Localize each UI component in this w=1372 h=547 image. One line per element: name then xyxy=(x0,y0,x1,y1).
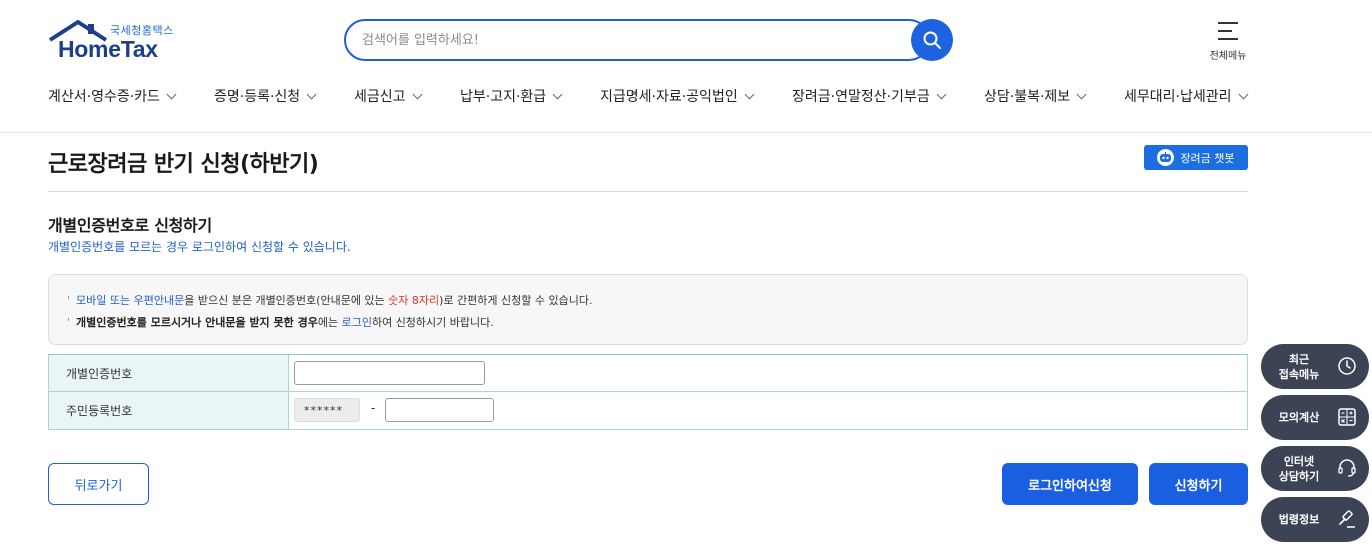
title-divider xyxy=(48,191,1248,192)
quick-law-info[interactable]: 법령정보 xyxy=(1261,497,1369,542)
notice-highlight-red: 숫자 8자리 xyxy=(388,294,440,307)
nav-item-label: 세무대리·납세관리 xyxy=(1124,89,1232,105)
nav-item-label: 상담·불복·제보 xyxy=(984,89,1071,105)
notice-highlight-blue: 모바일 또는 우편안내문 xyxy=(76,294,185,307)
calculator-icon xyxy=(1338,408,1356,426)
all-menu-button[interactable]: 전체메뉴 xyxy=(1206,20,1250,62)
quick-recent-menu[interactable]: 최근 접속메뉴 xyxy=(1261,344,1369,389)
quick-consult-line1: 인터넷 xyxy=(1283,455,1315,468)
search-input[interactable] xyxy=(362,29,902,51)
section-title: 개별인증번호로 신청하기 xyxy=(48,216,212,235)
table-row: 주민등록번호 ****** - xyxy=(49,392,1247,429)
chevron-down-icon xyxy=(166,89,177,99)
rrn-label: 주민등록번호 xyxy=(49,392,289,429)
notice-line-2: ' 개별인증번호를 모르시거나 안내문을 받지 못한 경우에는 로그인하여 신청하… xyxy=(67,314,494,330)
rrn-cell: ****** - xyxy=(289,392,1247,429)
cert-number-cell xyxy=(289,355,1247,391)
nav-item-payment[interactable]: 납부·고지·환급 xyxy=(460,86,563,106)
quick-law-label: 법령정보 xyxy=(1278,513,1320,526)
bullet-icon: ' xyxy=(67,294,71,307)
application-form-table: 개별인증번호 주민등록번호 ****** - xyxy=(48,354,1248,430)
search-button[interactable] xyxy=(911,19,953,61)
cert-number-input[interactable] xyxy=(294,361,485,385)
page-title: 근로장려금 반기 신청(하반기) xyxy=(48,152,319,177)
nav-item-tax-return[interactable]: 세금신고 xyxy=(354,86,422,106)
gavel-icon xyxy=(1339,510,1355,528)
apply-button[interactable]: 신청하기 xyxy=(1149,463,1248,505)
notice-text: 을 받으신 분은 개별인증번호(안내문에 있는 xyxy=(184,294,389,307)
chevron-down-icon xyxy=(1076,89,1087,99)
quick-mock-calc-label: 모의계산 xyxy=(1278,411,1320,424)
section-description: 개별인증번호를 모르는 경우 로그인하여 신청할 수 있습니다. xyxy=(48,240,351,254)
nav-item-incentive[interactable]: 장려금·연말정산·기부금 xyxy=(792,86,947,106)
chatbot-label: 장려금 챗봇 xyxy=(1180,151,1235,165)
all-menu-label: 전체메뉴 xyxy=(1209,51,1247,62)
notice-text: 에는 xyxy=(317,316,342,329)
rrn-back-input[interactable] xyxy=(385,398,494,422)
nav-item-label: 증명·등록·신청 xyxy=(214,89,301,105)
quick-consult-line2: 상담하기 xyxy=(1278,470,1320,483)
chevron-down-icon xyxy=(936,89,947,99)
chevron-down-icon xyxy=(412,89,422,99)
quick-recent-line2: 접속메뉴 xyxy=(1278,368,1320,381)
chevron-down-icon xyxy=(552,89,563,99)
nav-item-agent[interactable]: 세무대리·납세관리 xyxy=(1124,86,1248,106)
quick-mock-calc[interactable]: 모의계산 xyxy=(1261,395,1369,440)
main-navigation: 계산서·영수증·카드 증명·등록·신청 세금신고 납부·고지·환급 지급명세·자… xyxy=(48,86,1258,110)
chevron-down-icon xyxy=(306,89,317,99)
chatbot-button[interactable]: 장려금 챗봇 xyxy=(1144,145,1248,170)
quick-recent-line1: 최근 xyxy=(1288,353,1310,366)
site-header: 국세청홈택스 HomeTax 전체메뉴 계산서·영수증·카드 증명·등록·신청 … xyxy=(0,0,1372,133)
notice-line-1: ' 모바일 또는 우편안내문을 받으신 분은 개별인증번호(안내문에 있는 숫자 … xyxy=(67,292,593,308)
nav-item-label: 장려금·연말정산·기부금 xyxy=(792,89,930,105)
rrn-front-masked: ****** xyxy=(294,398,360,422)
back-button[interactable]: 뒤로가기 xyxy=(48,463,149,505)
notice-box: ' 모바일 또는 우편안내문을 받으신 분은 개별인증번호(안내문에 있는 숫자 … xyxy=(48,274,1248,345)
nav-item-consult[interactable]: 상담·불복·제보 xyxy=(984,86,1087,106)
notice-bold-text: 개별인증번호를 모르시거나 안내문을 받지 못한 경우 xyxy=(76,316,318,329)
search-box xyxy=(344,19,930,61)
hamburger-icon xyxy=(1218,22,1238,46)
hometax-logo[interactable]: 국세청홈택스 HomeTax xyxy=(48,20,178,62)
quick-online-consult[interactable]: 인터넷 상담하기 xyxy=(1261,446,1369,491)
nav-item-certificate[interactable]: 증명·등록·신청 xyxy=(214,86,317,106)
rrn-dash: - xyxy=(371,401,376,415)
nav-item-label: 계산서·영수증·카드 xyxy=(48,89,160,105)
notice-text: )로 간편하게 신청할 수 있습니다. xyxy=(439,294,593,307)
notice-text: 하여 신청하시기 바랍니다. xyxy=(371,316,494,329)
nav-item-statements[interactable]: 지급명세·자료·공익법인 xyxy=(600,86,755,106)
login-apply-button[interactable]: 로그인하여신청 xyxy=(1002,463,1138,505)
table-row: 개별인증번호 xyxy=(49,355,1247,392)
bullet-icon: ' xyxy=(67,316,71,329)
nav-item-label: 세금신고 xyxy=(354,89,406,105)
cert-number-label: 개별인증번호 xyxy=(49,355,289,391)
nav-item-label: 지급명세·자료·공익법인 xyxy=(600,89,738,105)
chevron-down-icon xyxy=(1238,89,1248,99)
chevron-down-icon xyxy=(744,89,755,99)
clock-icon xyxy=(1338,357,1356,375)
notice-login-link[interactable]: 로그인 xyxy=(342,316,372,329)
nav-item-label: 납부·고지·환급 xyxy=(460,89,547,105)
search-icon xyxy=(923,31,941,49)
chatbot-icon xyxy=(1157,149,1175,166)
nav-item-invoice[interactable]: 계산서·영수증·카드 xyxy=(48,86,177,106)
logo-text: HomeTax xyxy=(58,36,158,62)
headset-icon xyxy=(1338,459,1356,477)
